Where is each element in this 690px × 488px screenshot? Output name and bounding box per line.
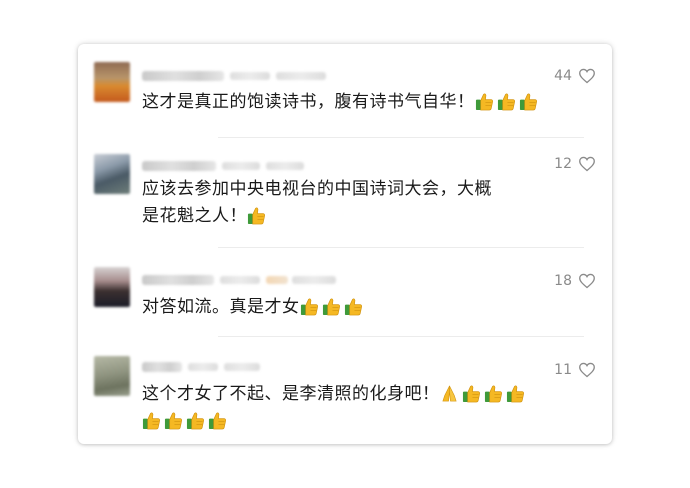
thumbs-up-icon (322, 297, 341, 316)
heart-icon[interactable] (578, 156, 596, 172)
comment-text-content: 对答如流。真是才女 (142, 297, 300, 317)
avatar[interactable] (94, 62, 130, 102)
thumbs-up-icon (164, 411, 183, 430)
thumbs-up-icon (300, 297, 319, 316)
heart-icon[interactable] (578, 273, 596, 289)
meta-blurred (220, 276, 260, 284)
heart-icon[interactable] (578, 362, 596, 378)
thumbs-up-icon (186, 411, 205, 430)
thumbs-up-icon (497, 92, 516, 111)
thumbs-up-icon (484, 384, 503, 403)
thumbs-up-icon (506, 384, 525, 403)
comment-item[interactable]: 18 对答如流。真是才女 (78, 249, 612, 335)
comment-text: 对答如流。真是才女 (142, 294, 582, 321)
comment-text: 这才是真正的饱读诗书，腹有诗书气自华！ (142, 89, 582, 116)
comment-item[interactable]: 44 这才是真正的饱读诗书，腹有诗书气自华！ (78, 44, 612, 144)
avatar[interactable] (94, 154, 130, 194)
comment-item[interactable]: 12 应该去参加中央电视台的中国诗词大会，大概是花魁之人！ (78, 140, 612, 246)
comment-text: 这个才女了不起、是李清照的化身吧！ (142, 381, 562, 435)
meta-blurred (292, 276, 336, 284)
thumbs-up-icon (344, 297, 363, 316)
comment-text: 应该去参加中央电视台的中国诗词大会，大概是花魁之人！ (142, 176, 502, 230)
meta-blurred (266, 162, 304, 170)
avatar[interactable] (94, 267, 130, 307)
meta-blurred (266, 276, 288, 284)
meta-blurred (224, 363, 260, 371)
username-blurred[interactable] (142, 161, 216, 171)
like-count: 44 (554, 68, 572, 84)
meta-blurred (230, 72, 270, 80)
username-blurred[interactable] (142, 71, 224, 81)
like-count: 11 (554, 362, 572, 378)
meta-blurred (276, 72, 326, 80)
praying-hands-icon (440, 384, 459, 403)
thumbs-up-icon (519, 92, 538, 111)
meta-blurred (222, 162, 260, 170)
comment-text-content: 这才是真正的饱读诗书，腹有诗书气自华！ (142, 92, 475, 112)
thumbs-up-icon (208, 411, 227, 430)
thumbs-up-icon (462, 384, 481, 403)
divider (218, 247, 584, 248)
meta-blurred (188, 363, 218, 371)
username-blurred[interactable] (142, 362, 182, 372)
thumbs-up-icon (247, 206, 266, 225)
comment-list: 44 这才是真正的饱读诗书，腹有诗书气自华！ 12 应该去参加中央电视台的中国诗… (78, 44, 612, 444)
thumbs-up-icon (475, 92, 494, 111)
divider (218, 137, 584, 138)
comment-text-content: 应该去参加中央电视台的中国诗词大会，大概是花魁之人！ (142, 179, 492, 226)
divider (218, 336, 584, 337)
thumbs-up-icon (142, 411, 161, 430)
like-count: 12 (554, 156, 572, 172)
comment-text-content: 这个才女了不起、是李清照的化身吧！ (142, 384, 440, 404)
avatar[interactable] (94, 356, 130, 396)
username-blurred[interactable] (142, 275, 214, 285)
heart-icon[interactable] (578, 68, 596, 84)
comment-item[interactable]: 11 这个才女了不起、是李清照的化身吧！ (78, 338, 612, 444)
like-count: 18 (554, 273, 572, 289)
